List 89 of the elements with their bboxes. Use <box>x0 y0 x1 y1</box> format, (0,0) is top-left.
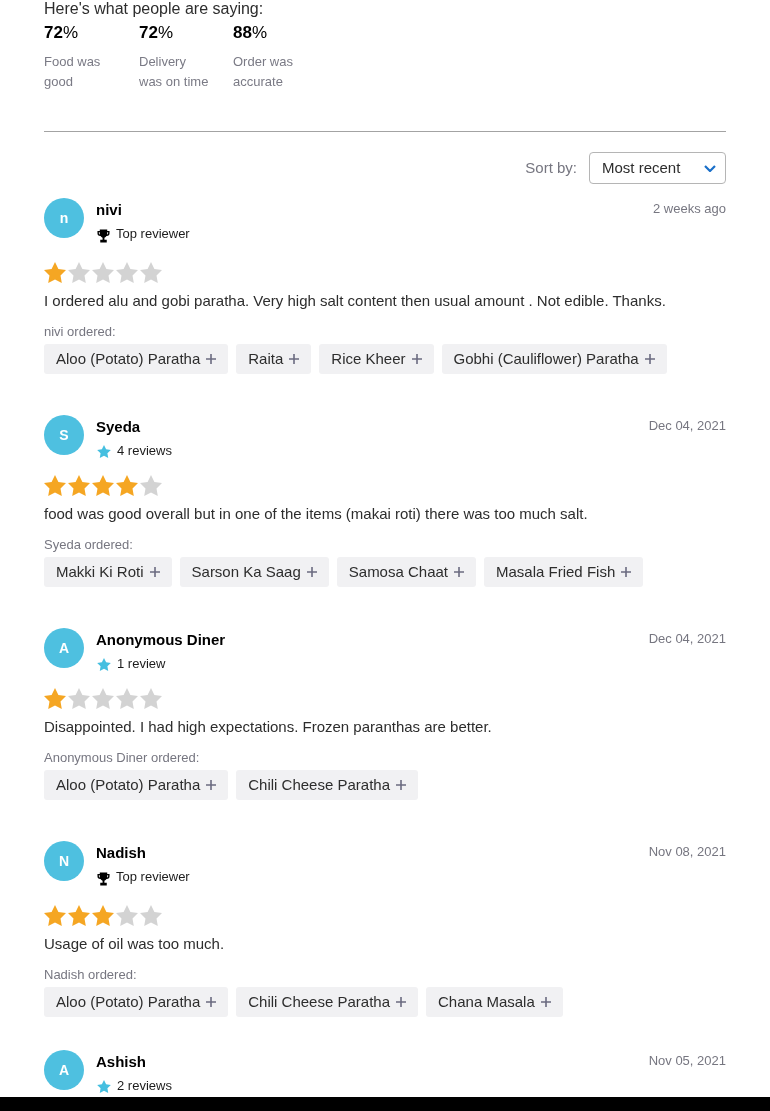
star-icon <box>140 904 162 926</box>
star-icon <box>140 261 162 283</box>
user-avatar: n <box>44 198 84 238</box>
review-count: 2 reviews <box>117 1078 172 1094</box>
review-count: 4 reviews <box>117 443 172 459</box>
star-icon <box>116 904 138 926</box>
reviewer-name: Syeda <box>96 417 142 437</box>
star-icon <box>140 687 162 709</box>
reviewer-status: Top reviewer <box>116 226 190 242</box>
review-text: Usage of oil was too much. <box>44 934 226 954</box>
user-avatar: A <box>44 1050 84 1090</box>
add-item-button[interactable]: Chana Masala <box>426 987 563 1017</box>
ordered-label: Syeda ordered: <box>44 536 134 554</box>
plus-icon <box>206 997 217 1007</box>
star-icon <box>97 444 111 458</box>
plus-icon <box>644 354 655 364</box>
sort-label: Sort by: <box>525 157 577 178</box>
stat-label: Food was good <box>44 53 102 91</box>
add-item-button[interactable]: Aloo (Potato) Paratha <box>44 770 229 800</box>
reviewer-name: nivi <box>96 200 123 220</box>
add-item-button[interactable]: Chili Cheese Paratha <box>236 770 418 800</box>
star-icon <box>116 687 138 709</box>
reviewer-name: Anonymous Diner <box>96 630 226 650</box>
review-text: Disappointed. I had high expectations. Frozen paranthas are better. <box>44 717 493 737</box>
add-item-button[interactable]: Chili Cheese Paratha <box>236 987 418 1017</box>
add-item-button[interactable]: Aloo (Potato) Paratha <box>44 987 229 1017</box>
star-icon <box>44 474 66 496</box>
section-heading: Here's what people are saying: <box>44 0 264 18</box>
stat-label: Order was accurate <box>233 53 294 91</box>
review-date: Nov 08, 2021 <box>648 843 726 861</box>
reviewer-name: Nadish <box>96 843 147 863</box>
trophy-icon <box>97 228 110 243</box>
ordered-label: nivi ordered: <box>44 323 117 341</box>
star-icon <box>92 904 114 926</box>
star-icon <box>97 1079 111 1093</box>
star-icon <box>140 474 162 496</box>
star-icon <box>97 657 111 671</box>
star-icon <box>68 687 90 709</box>
plus-icon <box>454 567 464 577</box>
star-icon <box>44 904 66 926</box>
stat-label: Delivery was on time <box>139 53 210 91</box>
plus-icon <box>540 997 551 1007</box>
review-date: Dec 04, 2021 <box>648 630 726 648</box>
reviewer-name: Ashish <box>96 1052 147 1072</box>
plus-icon <box>396 780 406 790</box>
ordered-label: Nadish ordered: <box>44 966 138 984</box>
plus-icon <box>149 567 160 577</box>
star-icon <box>116 261 138 283</box>
star-icon <box>92 261 114 283</box>
add-item-button[interactable]: Aloo (Potato) Paratha <box>44 344 229 374</box>
plus-icon <box>206 780 217 790</box>
trophy-icon <box>97 871 110 886</box>
plus-icon <box>396 997 406 1007</box>
reviewer-status: Top reviewer <box>116 869 190 885</box>
plus-icon <box>289 354 300 364</box>
star-icon <box>68 474 90 496</box>
ordered-label: Anonymous Diner ordered: <box>44 749 201 767</box>
user-avatar: N <box>44 841 84 881</box>
stat-percentage: 88% <box>233 23 268 43</box>
chevron-down-icon <box>704 164 716 172</box>
add-item-button[interactable]: Rice Kheer <box>319 344 434 374</box>
star-icon <box>92 687 114 709</box>
stat-percentage: 72% <box>139 23 174 43</box>
add-item-button[interactable]: Masala Fried Fish <box>484 557 644 587</box>
plus-icon <box>621 567 632 577</box>
star-icon <box>92 474 114 496</box>
plus-icon <box>411 354 422 364</box>
star-icon <box>44 261 66 283</box>
plus-icon <box>306 567 317 577</box>
review-text: I ordered alu and gobi paratha. Very high salt content then usual amount . Not edible. Thanks. <box>44 291 667 311</box>
review-date: Nov 05, 2021 <box>648 1052 726 1070</box>
user-avatar: S <box>44 415 84 455</box>
add-item-button[interactable]: Samosa Chaat <box>336 557 476 587</box>
add-item-button[interactable]: Sarson Ka Saag <box>179 557 329 587</box>
add-item-button[interactable]: Gobhi (Cauliflower) Paratha <box>441 344 667 374</box>
star-icon <box>68 904 90 926</box>
plus-icon <box>206 354 217 364</box>
review-date: 2 weeks ago <box>653 200 726 218</box>
sort-dropdown[interactable]: Most recent <box>589 152 726 184</box>
user-avatar: A <box>44 628 84 668</box>
star-icon <box>68 261 90 283</box>
add-item-button[interactable]: Raita <box>236 344 312 374</box>
review-text: food was good overall but in one of the items (makai roti) there was too much salt. <box>44 504 589 524</box>
review-date: Dec 04, 2021 <box>648 417 726 435</box>
stat-percentage: 72% <box>44 23 79 43</box>
star-icon <box>116 474 138 496</box>
review-count: 1 review <box>117 656 166 672</box>
add-item-button[interactable]: Makki Ki Roti <box>44 557 172 587</box>
star-icon <box>44 687 66 709</box>
